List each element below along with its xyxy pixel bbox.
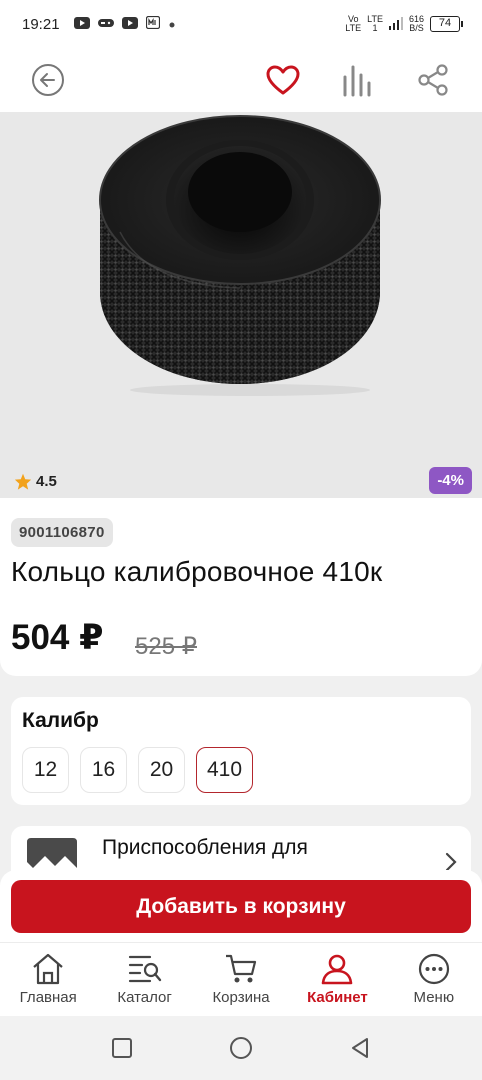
nav-item-account[interactable]: Кабинет <box>289 943 385 1016</box>
back-arrow-icon <box>32 64 64 96</box>
caliber-option-12[interactable]: 12 <box>22 747 69 793</box>
gamepad-notification-icon <box>97 16 114 33</box>
category-image-icon <box>27 838 77 868</box>
youtube-notification-icon-2 <box>121 16 138 33</box>
caliber-selector: Калибр 12 16 20 410 <box>11 697 471 805</box>
home-icon <box>33 953 63 985</box>
nav-item-home[interactable]: Главная <box>0 943 96 1016</box>
user-icon <box>322 954 353 985</box>
nav-label-home: Главная <box>19 989 77 1006</box>
rating-value: 4.5 <box>36 473 57 490</box>
add-to-cart-bar: Добавить в корзину <box>0 870 482 946</box>
product-price: 504 ₽ <box>11 618 104 657</box>
lte-indicator: LTE 1 <box>367 15 383 33</box>
system-nav-bar <box>0 1016 482 1080</box>
nav-item-catalog[interactable]: Каталог <box>96 943 192 1016</box>
youtube-notification-icon <box>73 16 90 33</box>
menu-icon <box>418 953 449 985</box>
volte-indicator: Vo LTE <box>345 15 361 33</box>
add-to-cart-button[interactable]: Добавить в корзину <box>11 880 471 933</box>
heart-icon <box>266 65 300 95</box>
product-photo-ring <box>99 115 381 396</box>
product-old-price: 525 ₽ <box>135 633 197 660</box>
product-title: Кольцо калибровочное 410к <box>11 556 383 587</box>
caliber-option-20[interactable]: 20 <box>138 747 185 793</box>
nav-label-menu: Меню <box>413 989 455 1006</box>
favorite-button[interactable] <box>265 62 301 98</box>
status-bar: 19:21 Vo LTE LTE 1 616 B/S 74 <box>0 0 482 48</box>
network-speed-unit: B/S <box>409 23 424 33</box>
caliber-option-16[interactable]: 16 <box>80 747 127 793</box>
cart-icon <box>226 954 257 983</box>
chevron-right-icon <box>445 852 457 872</box>
nav-item-menu[interactable]: Меню <box>386 943 482 1016</box>
home-circle-icon[interactable] <box>229 1036 253 1060</box>
caliber-label: Калибр <box>22 709 99 732</box>
nav-label-account: Кабинет <box>307 989 368 1006</box>
nav-item-cart[interactable]: Корзина <box>193 943 289 1016</box>
product-sku[interactable]: 9001106870 <box>11 518 113 547</box>
compare-button[interactable] <box>340 62 376 98</box>
nav-label-catalog: Каталог <box>117 989 172 1006</box>
app-notification-icon <box>145 15 160 33</box>
network-2-bottom: 1 <box>372 23 378 33</box>
recent-apps-icon[interactable] <box>111 1037 133 1059</box>
back-button[interactable] <box>30 62 66 98</box>
signal-icon <box>388 16 403 32</box>
nav-label-cart: Корзина <box>212 989 270 1006</box>
related-accessories-label: Приспособления для <box>102 836 308 859</box>
compare-icon <box>343 65 371 97</box>
caliber-options: 12 16 20 410 <box>22 747 254 793</box>
rating: 4.5 <box>14 473 57 490</box>
catalog-icon <box>128 955 161 983</box>
status-time: 19:21 <box>22 15 60 33</box>
more-notifications-dot-icon <box>168 16 176 33</box>
network-speed: 616 B/S <box>409 15 424 33</box>
app-header <box>0 48 482 112</box>
discount-badge: -4% <box>429 467 472 494</box>
product-image[interactable]: 4.5 -4% <box>0 112 482 498</box>
bottom-nav: Главная Каталог Корзина Кабинет Меню <box>0 942 482 1016</box>
network-1-bottom: LTE <box>345 23 362 33</box>
product-info-card: 9001106870 Кольцо калибровочное 410к 504… <box>0 498 482 676</box>
back-triangle-icon[interactable] <box>349 1037 371 1059</box>
share-icon <box>418 64 448 96</box>
battery-icon: 74 <box>430 16 463 32</box>
star-icon <box>14 473 32 490</box>
share-button[interactable] <box>415 62 451 98</box>
caliber-option-410[interactable]: 410 <box>196 747 254 793</box>
